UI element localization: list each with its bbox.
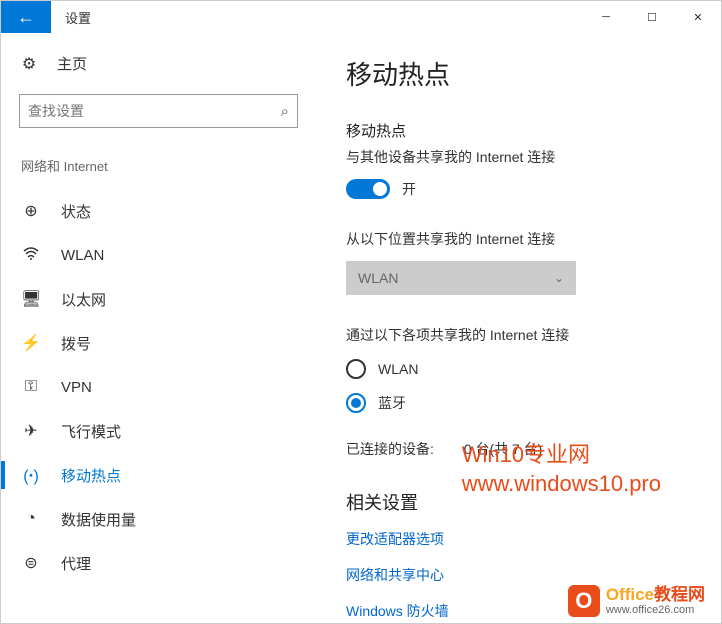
- home-label: 主页: [57, 53, 87, 74]
- hotspot-toggle[interactable]: [346, 179, 390, 199]
- nav-label: WLAN: [61, 247, 104, 264]
- close-button[interactable]: ✕: [675, 1, 721, 33]
- gear-icon: ⚙: [19, 54, 39, 74]
- nav-label: 代理: [61, 553, 91, 574]
- search-icon: ⌕: [281, 103, 289, 120]
- connected-label: 已连接的设备:: [346, 441, 434, 457]
- nav-item-dialup[interactable]: ⚡ 拨号: [19, 321, 298, 365]
- close-icon: ✕: [693, 11, 702, 24]
- window-title: 设置: [51, 1, 583, 33]
- radio-label: WLAN: [378, 361, 418, 377]
- window-controls: ─ ☐ ✕: [583, 1, 721, 33]
- toggle-knob: [373, 182, 387, 196]
- nav-item-ethernet[interactable]: 🖥 以太网: [19, 277, 298, 321]
- related-settings-title: 相关设置: [346, 489, 701, 515]
- nav-item-datausage[interactable]: ◔ 数据使用量: [19, 497, 298, 541]
- nav-item-wlan[interactable]: WLAN: [19, 233, 298, 277]
- connected-devices: 已连接的设备: 0 台(共 7 台): [346, 439, 701, 459]
- ethernet-icon: 🖥: [21, 289, 41, 309]
- hotspot-icon: (ꞏ): [21, 464, 41, 486]
- maximize-button[interactable]: ☐: [629, 1, 675, 33]
- link-firewall[interactable]: Windows 防火墙: [346, 601, 701, 621]
- share-from-dropdown[interactable]: WLAN ⌄: [346, 261, 576, 295]
- nav-item-hotspot[interactable]: (ꞏ) 移动热点: [19, 453, 298, 497]
- link-network-sharing[interactable]: 网络和共享中心: [346, 565, 701, 585]
- share-via-label: 通过以下各项共享我的 Internet 连接: [346, 325, 701, 345]
- radio-bluetooth[interactable]: 蓝牙: [346, 393, 701, 413]
- category-header: 网络和 Internet: [19, 156, 298, 175]
- nav-label: VPN: [61, 379, 92, 396]
- airplane-icon: ✈: [21, 421, 41, 441]
- radio-wlan[interactable]: WLAN: [346, 359, 701, 379]
- nav-label: 以太网: [61, 289, 106, 310]
- home-button[interactable]: ⚙ 主页: [19, 53, 298, 74]
- hotspot-section-label: 移动热点: [346, 120, 701, 141]
- sidebar: ⚙ 主页 ⌕ 网络和 Internet ⊕ 状态 WLAN 🖥 以太网: [1, 33, 316, 623]
- radio-label: 蓝牙: [378, 393, 406, 413]
- share-from-label: 从以下位置共享我的 Internet 连接: [346, 229, 701, 249]
- minimize-icon: ─: [602, 11, 610, 23]
- search-box[interactable]: ⌕: [19, 94, 298, 128]
- search-input[interactable]: [28, 103, 281, 119]
- dropdown-value: WLAN: [358, 270, 398, 286]
- dialup-icon: ⚡: [21, 333, 41, 353]
- titlebar: ← 设置 ─ ☐ ✕: [1, 1, 721, 33]
- chevron-down-icon: ⌄: [554, 271, 564, 285]
- main-panel: 移动热点 移动热点 与其他设备共享我的 Internet 连接 开 从以下位置共…: [316, 33, 721, 623]
- nav-item-proxy[interactable]: ⊜ 代理: [19, 541, 298, 585]
- nav-label: 飞行模式: [61, 421, 121, 442]
- hotspot-toggle-row: 开: [346, 179, 701, 199]
- nav-label: 移动热点: [61, 465, 121, 486]
- minimize-button[interactable]: ─: [583, 1, 629, 33]
- wifi-icon: [21, 245, 41, 266]
- proxy-icon: ⊜: [21, 553, 41, 573]
- link-adapter-options[interactable]: 更改适配器选项: [346, 529, 701, 549]
- hotspot-desc: 与其他设备共享我的 Internet 连接: [346, 147, 701, 167]
- back-button[interactable]: ←: [1, 1, 51, 33]
- nav-label: 数据使用量: [61, 509, 136, 530]
- maximize-icon: ☐: [647, 11, 657, 24]
- datausage-icon: ◔: [21, 510, 41, 528]
- vpn-icon: ⚿: [21, 378, 41, 396]
- nav-item-vpn[interactable]: ⚿ VPN: [19, 365, 298, 409]
- nav-label: 状态: [61, 201, 91, 222]
- toggle-state-label: 开: [402, 179, 416, 199]
- radio-icon: [346, 359, 366, 379]
- status-icon: ⊕: [21, 201, 41, 221]
- nav-label: 拨号: [61, 333, 91, 354]
- nav-list: ⊕ 状态 WLAN 🖥 以太网 ⚡ 拨号 ⚿ VPN ✈ 飞行模式: [19, 189, 298, 585]
- arrow-left-icon: ←: [17, 7, 35, 28]
- nav-item-airplane[interactable]: ✈ 飞行模式: [19, 409, 298, 453]
- nav-item-status[interactable]: ⊕ 状态: [19, 189, 298, 233]
- connected-count: 0 台(共 7 台): [464, 441, 543, 457]
- radio-icon: [346, 393, 366, 413]
- page-title: 移动热点: [346, 55, 701, 92]
